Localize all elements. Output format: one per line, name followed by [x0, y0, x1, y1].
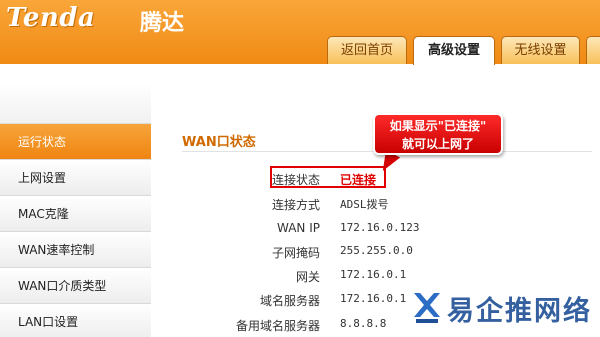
- value-connection-type: ADSL拨号: [340, 198, 389, 211]
- label-wan-ip: WAN IP: [277, 221, 320, 235]
- tenda-logo-cn: 腾达: [140, 11, 185, 36]
- value-gateway: 172.16.0.1: [340, 268, 407, 281]
- label-gateway: 网关: [295, 270, 320, 284]
- value-wan-ip: 172.16.0.123: [340, 221, 420, 234]
- section-title-wan-status: WAN口状态: [182, 135, 256, 150]
- label-connection-type: 连接方式: [271, 198, 320, 212]
- sidebar-top-spacer: [0, 84, 151, 124]
- watermark-text: 易企推网络: [447, 296, 592, 327]
- value-subnet-mask: 255.255.0.0: [340, 244, 413, 257]
- watermark-logo-icon: [414, 293, 440, 323]
- label-subnet-mask: 子网掩码: [271, 246, 320, 260]
- tab-more[interactable]: [586, 36, 600, 64]
- sidebar-item-running-status[interactable]: 运行状态: [0, 124, 151, 160]
- callout-line-2: 就可以上网了: [401, 137, 474, 151]
- tab-home[interactable]: 返回首页: [327, 36, 407, 64]
- header-bar: Tenda 腾达 返回首页 高级设置 无线设置: [0, 0, 600, 65]
- sidebar-item-wan-media-type[interactable]: WAN口介质类型: [0, 268, 151, 304]
- annotation-callout: 如果显示"已连接" 就可以上网了: [373, 113, 503, 155]
- label-dns-server: 域名服务器: [259, 294, 320, 308]
- label-connection-status: 连接状态: [271, 173, 320, 187]
- tab-advanced-settings[interactable]: 高级设置: [413, 36, 495, 65]
- value-dns-server: 172.16.0.1: [340, 292, 407, 305]
- sidebar-item-internet-settings[interactable]: 上网设置: [0, 160, 151, 196]
- label-secondary-dns: 备用域名服务器: [235, 319, 320, 333]
- sidebar-item-wan-rate-control[interactable]: WAN速率控制: [0, 232, 151, 268]
- tab-wireless-settings[interactable]: 无线设置: [501, 36, 580, 64]
- value-connection-status: 已连接: [340, 173, 377, 187]
- sidebar-item-lan-settings[interactable]: LAN口设置: [0, 304, 151, 337]
- tenda-logo: Tenda: [6, 3, 96, 33]
- callout-line-1: 如果显示"已连接": [389, 119, 487, 133]
- sidebar: 运行状态 上网设置 MAC克隆 WAN速率控制 WAN口介质类型 LAN口设置: [0, 84, 151, 337]
- sidebar-item-mac-clone[interactable]: MAC克隆: [0, 196, 151, 232]
- value-secondary-dns: 8.8.8.8: [340, 317, 387, 330]
